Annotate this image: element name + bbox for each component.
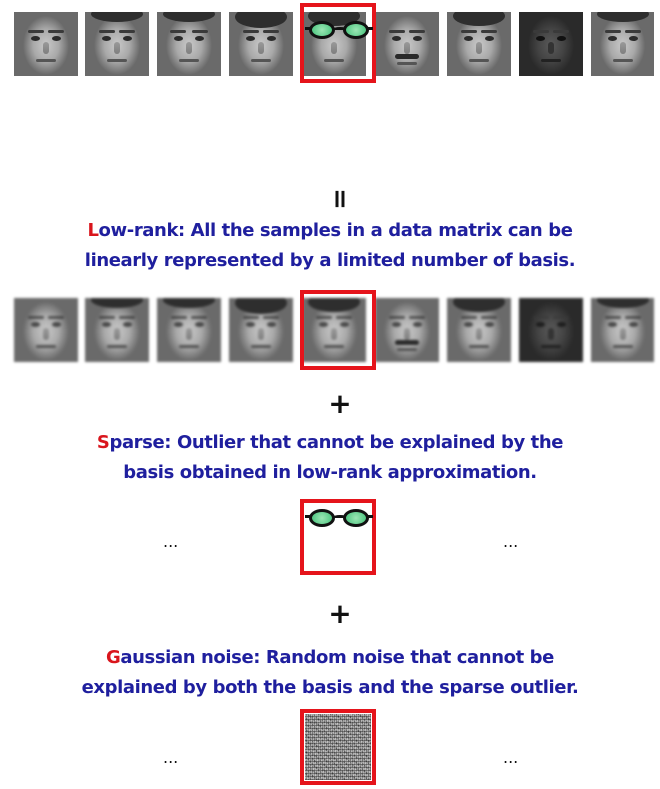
sparse-line-2: basis obtained in low-rank approximation… [123, 462, 537, 483]
equals-sign: = [325, 188, 355, 210]
low-rank-line-1-text: ow-rank: All the samples in a data matri… [98, 220, 573, 241]
face-image [85, 12, 149, 76]
sparse-lead-letter: S [96, 432, 110, 453]
gaussian-line-1: Gaussian noise: Random noise that cannot… [0, 643, 660, 673]
face-image [591, 298, 654, 362]
gaussian-line-1-text: aussian noise: Random noise that cannot … [120, 647, 554, 668]
face-image [375, 298, 439, 362]
face-image [14, 298, 78, 362]
face-image [157, 12, 221, 76]
gaussian-line-2: explained by both the basis and the spar… [81, 677, 579, 698]
sparse-description: Sparse: Outlier that cannot be explained… [0, 428, 660, 488]
plus-sign: + [328, 597, 352, 630]
face-image [229, 298, 293, 362]
face-image [519, 298, 583, 362]
glasses-icon [305, 21, 373, 41]
ellipsis-left: ... [163, 748, 179, 767]
low-rank-description: Low-rank: All the samples in a data matr… [0, 216, 660, 276]
glasses-icon [305, 509, 373, 529]
low-rank-lead-letter: L [87, 220, 99, 241]
face-image [229, 12, 293, 76]
face-image [85, 298, 149, 362]
face-image [157, 298, 221, 362]
plus-sign: + [328, 387, 352, 420]
face-image [447, 298, 511, 362]
low-rank-line-2: linearly represented by a limited number… [84, 250, 576, 271]
face-image [14, 12, 78, 76]
gaussian-noise-image [305, 714, 371, 780]
face-image [591, 12, 654, 76]
face-image [447, 12, 511, 76]
gaussian-lead-letter: G [106, 647, 121, 668]
sparse-line-1-text: parse: Outlier that cannot be explained … [109, 432, 564, 453]
highlight-box [300, 290, 376, 370]
ellipsis-right: ... [503, 532, 519, 551]
ellipsis-right: ... [503, 748, 519, 767]
face-image [375, 12, 439, 76]
gaussian-description: Gaussian noise: Random noise that cannot… [0, 643, 660, 703]
low-rank-line-1: Low-rank: All the samples in a data matr… [0, 216, 660, 246]
face-image [519, 12, 583, 76]
sparse-line-1: Sparse: Outlier that cannot be explained… [0, 428, 660, 458]
highlight-box [300, 3, 376, 83]
ellipsis-left: ... [163, 532, 179, 551]
